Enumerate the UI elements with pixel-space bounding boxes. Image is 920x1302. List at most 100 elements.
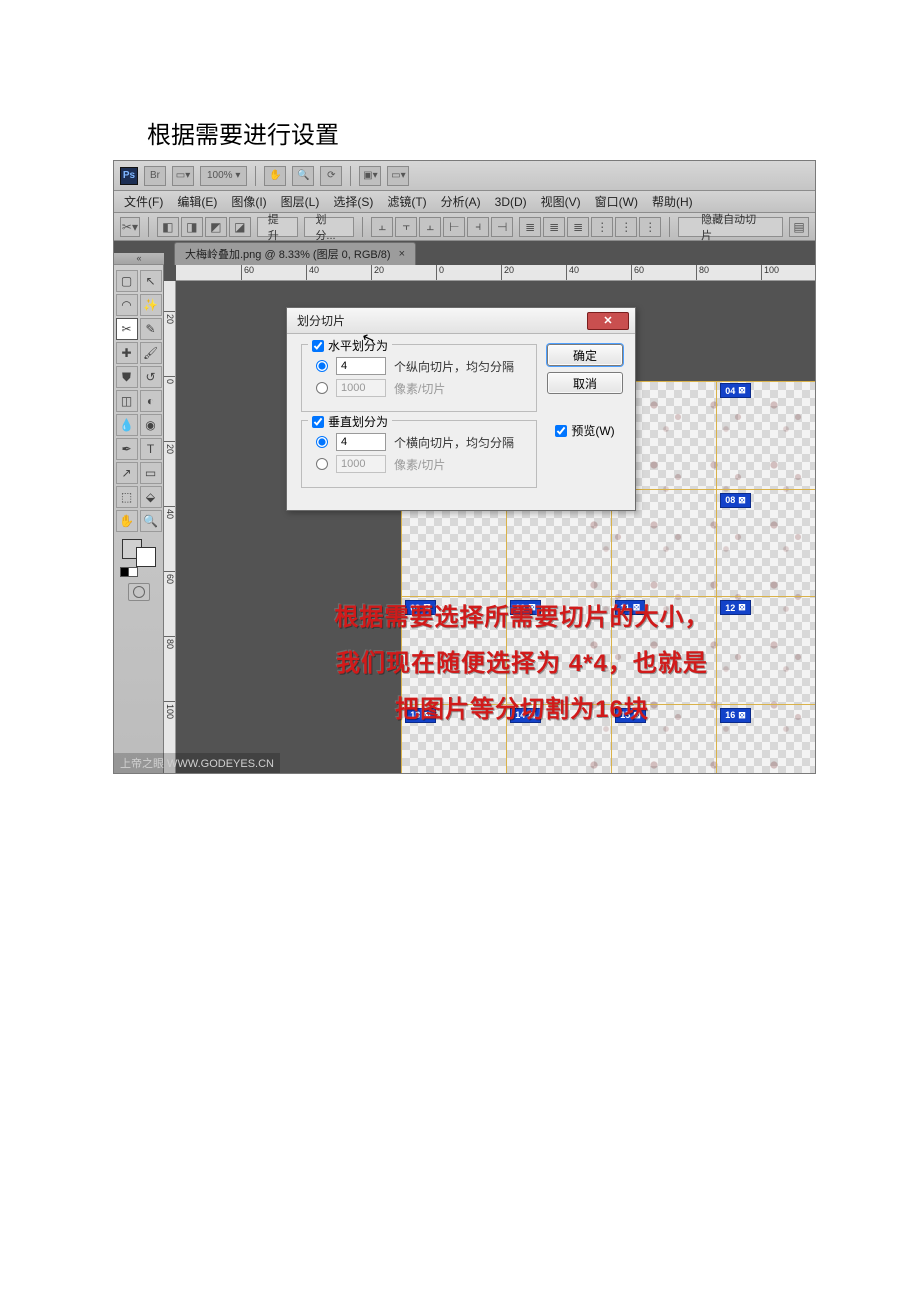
dist-left-icon[interactable]: ⋮ xyxy=(591,217,613,237)
align-bottom-icon[interactable]: ⫠ xyxy=(419,217,441,237)
bring-front-icon[interactable]: ◧ xyxy=(157,217,179,237)
pen-tool-icon[interactable]: ✒ xyxy=(116,438,138,460)
v-pixels-radio[interactable] xyxy=(316,458,328,470)
arrange-icon[interactable]: ▭▾ xyxy=(387,166,409,186)
heal-tool-icon[interactable]: ✚ xyxy=(116,342,138,364)
cancel-button[interactable]: 取消 xyxy=(547,372,623,394)
align-right-icon[interactable]: ⊣ xyxy=(491,217,513,237)
toolbox: ▢↖ ◠✨ ✂✎ ✚🖌 ⛊↺ ◫◐ 💧◉ ✒T ↗▭ ⬚⬙ ✋🔍 xyxy=(114,265,164,773)
zoom-icon[interactable]: 🔍 xyxy=(292,166,314,186)
hand-tool-icon[interactable]: ✋ xyxy=(116,510,138,532)
menu-window[interactable]: 窗口(W) xyxy=(589,191,644,212)
menu-view[interactable]: 视图(V) xyxy=(535,191,587,212)
bridge-icon[interactable]: Br xyxy=(144,166,166,186)
menu-3d[interactable]: 3D(D) xyxy=(489,193,533,211)
toolbox-collapse-icon[interactable]: « xyxy=(114,253,164,265)
dialog-title: 划分切片 xyxy=(297,312,345,329)
h-count-input[interactable] xyxy=(336,357,386,375)
3d-camera-icon[interactable]: ⬙ xyxy=(140,486,162,508)
h-evenly-label: 个纵向切片，均匀分隔 xyxy=(394,358,514,375)
document-tab[interactable]: 大梅岭叠加.png @ 8.33% (图层 0, RGB/8) × xyxy=(174,242,416,265)
zoom-level[interactable]: 100% ▾ xyxy=(200,166,247,186)
wand-tool-icon[interactable]: ✨ xyxy=(140,294,162,316)
menu-filter[interactable]: 滤镜(T) xyxy=(381,191,432,212)
h-evenly-radio[interactable] xyxy=(316,360,328,372)
stamp-tool-icon[interactable]: ⛊ xyxy=(116,366,138,388)
bring-forward-icon[interactable]: ◨ xyxy=(181,217,203,237)
hand-icon[interactable]: ✋ xyxy=(264,166,286,186)
menu-image[interactable]: 图像(I) xyxy=(225,191,272,212)
annotation-text: 根据需要选择所需要切片的大小， 我们现在随便选择为 4*4，也就是 把图片等分切… xyxy=(242,595,802,733)
slice-badge[interactable]: 08 xyxy=(720,493,751,508)
v-evenly-radio[interactable] xyxy=(316,436,328,448)
photoshop-screenshot: Ps Br ▭▾ 100% ▾ ✋ 🔍 ⟳ ▣▾ ▭▾ 文件(F) 编辑(E) … xyxy=(113,160,816,774)
eraser-tool-icon[interactable]: ◫ xyxy=(116,390,138,412)
v-count-input[interactable] xyxy=(336,433,386,451)
slice-tool-icon[interactable]: ✂ xyxy=(116,318,138,340)
type-tool-icon[interactable]: T xyxy=(140,438,162,460)
divide-button[interactable]: 划分... xyxy=(304,217,354,237)
app-ribbon: Ps Br ▭▾ 100% ▾ ✋ 🔍 ⟳ ▣▾ ▭▾ xyxy=(114,161,815,191)
v-group-label: 垂直划分为 xyxy=(328,413,388,430)
preview-label: 预览(W) xyxy=(571,422,614,439)
default-colors-icon2[interactable] xyxy=(128,567,138,577)
move-tool-icon[interactable]: ↖ xyxy=(140,270,162,292)
menu-analysis[interactable]: 分析(A) xyxy=(435,191,487,212)
zoom-tool-icon[interactable]: 🔍 xyxy=(140,510,162,532)
marquee-tool-icon[interactable]: ▢ xyxy=(116,270,138,292)
dist-vcenter-icon[interactable]: ≣ xyxy=(543,217,565,237)
separator xyxy=(148,217,149,237)
dist-top-icon[interactable]: ≣ xyxy=(519,217,541,237)
dist-hcenter-icon[interactable]: ⋮ xyxy=(615,217,637,237)
send-backward-icon[interactable]: ◩ xyxy=(205,217,227,237)
menu-select[interactable]: 选择(S) xyxy=(327,191,379,212)
history-icon[interactable]: ▭▾ xyxy=(172,166,194,186)
send-back-icon[interactable]: ◪ xyxy=(229,217,251,237)
3d-tool-icon[interactable]: ⬚ xyxy=(116,486,138,508)
align-top-icon[interactable]: ⫠ xyxy=(371,217,393,237)
horizontal-fieldset: 水平划分为 个纵向切片，均匀分隔 像素/切片 xyxy=(301,344,537,412)
menu-help[interactable]: 帮助(H) xyxy=(646,191,699,212)
align-group: ⫠ ⫟ ⫠ ⊢ ⫞ ⊣ xyxy=(371,217,513,237)
align-vcenter-icon[interactable]: ⫟ xyxy=(395,217,417,237)
dist-right-icon[interactable]: ⋮ xyxy=(639,217,661,237)
menu-edit[interactable]: 编辑(E) xyxy=(171,191,223,212)
align-hcenter-icon[interactable]: ⫞ xyxy=(467,217,489,237)
options-bar: ✂▾ ◧ ◨ ◩ ◪ 提升 划分... ⫠ ⫟ ⫠ ⊢ ⫞ ⊣ ≣ ≣ ≣ ⋮ … xyxy=(114,213,815,241)
menu-file[interactable]: 文件(F) xyxy=(118,191,169,212)
align-left-icon[interactable]: ⊢ xyxy=(443,217,465,237)
slice-tool-icon[interactable]: ✂▾ xyxy=(120,217,140,237)
ok-button[interactable]: 确定 xyxy=(547,344,623,366)
screen-mode-icon[interactable]: ▣▾ xyxy=(359,166,381,186)
menu-layer[interactable]: 图层(L) xyxy=(275,191,326,212)
quick-mask-icon[interactable] xyxy=(128,583,150,601)
h-pixels-radio[interactable] xyxy=(316,382,328,394)
distribute-group: ≣ ≣ ≣ ⋮ ⋮ ⋮ xyxy=(519,217,661,237)
gradient-tool-icon[interactable]: ◐ xyxy=(140,390,162,412)
rotate-icon[interactable]: ⟳ xyxy=(320,166,342,186)
hide-auto-slice-button[interactable]: 隐藏自动切片 xyxy=(678,217,783,237)
dialog-titlebar[interactable]: 划分切片 ✕ xyxy=(287,308,635,334)
lasso-tool-icon[interactable]: ◠ xyxy=(116,294,138,316)
preview-checkbox[interactable] xyxy=(555,425,567,437)
promote-button[interactable]: 提升 xyxy=(257,217,299,237)
path-tool-icon[interactable]: ↗ xyxy=(116,462,138,484)
slice-options-icon[interactable]: ▤ xyxy=(789,217,809,237)
history-brush-icon[interactable]: ↺ xyxy=(140,366,162,388)
slice-badge[interactable]: 04 xyxy=(720,383,751,398)
separator xyxy=(255,166,256,186)
tab-close-icon[interactable]: × xyxy=(399,248,405,260)
ps-logo-icon: Ps xyxy=(120,167,138,185)
v-enable-checkbox[interactable] xyxy=(312,416,324,428)
color-swatches[interactable] xyxy=(122,539,156,567)
dist-bottom-icon[interactable]: ≣ xyxy=(567,217,589,237)
h-enable-checkbox[interactable] xyxy=(312,340,324,352)
shape-tool-icon[interactable]: ▭ xyxy=(140,462,162,484)
dialog-close-button[interactable]: ✕ xyxy=(587,312,629,330)
background-swatch[interactable] xyxy=(136,547,156,567)
dodge-tool-icon[interactable]: ◉ xyxy=(140,414,162,436)
brush-tool-icon[interactable]: 🖌 xyxy=(140,342,162,364)
v-pixels-label: 像素/切片 xyxy=(394,456,445,473)
blur-tool-icon[interactable]: 💧 xyxy=(116,414,138,436)
eyedropper-tool-icon[interactable]: ✎ xyxy=(140,318,162,340)
